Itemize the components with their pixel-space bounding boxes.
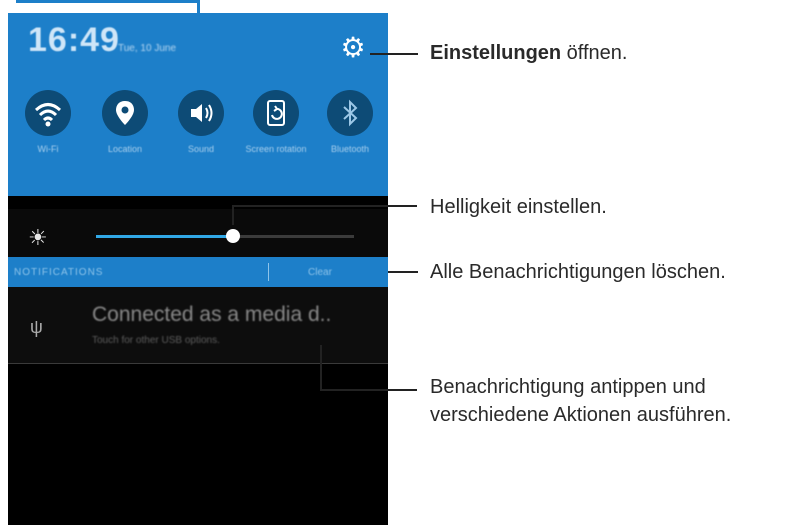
notification-annotation-line1: Benachrichtigung antippen und — [430, 376, 706, 398]
settings-annotation: Einstellungen öffnen. — [430, 42, 628, 64]
clear-button[interactable]: Clear — [308, 267, 332, 278]
notifications-header: NOTIFICATIONS Clear — [8, 257, 388, 287]
callout-line — [16, 0, 200, 3]
callout-line — [370, 53, 418, 55]
brightness-annotation: Helligkeit einstellen. — [430, 196, 607, 218]
callout-line — [232, 205, 417, 207]
notification-item[interactable]: ψ Connected as a media d.. Touch for oth… — [8, 287, 388, 364]
quick-settings-highlight — [10, 78, 380, 190]
notifications-title: NOTIFICATIONS — [14, 267, 104, 278]
brightness-slider[interactable] — [96, 229, 354, 243]
settings-gear-icon[interactable]: ⚙ — [338, 33, 368, 63]
notification-title: Connected as a media d.. — [92, 303, 332, 326]
notification-annotation-line2: verschiedene Aktionen ausführen. — [430, 404, 732, 426]
date: Tue, 10 June — [118, 43, 177, 54]
brightness-icon: ☀ — [28, 225, 48, 250]
notification-subtitle: Touch for other USB options. — [92, 335, 220, 346]
clock: 16:49 — [28, 21, 120, 59]
brightness-slider-fill — [96, 235, 233, 238]
usb-icon: ψ — [30, 317, 43, 337]
brightness-slider-thumb[interactable] — [225, 229, 240, 243]
divider — [268, 263, 269, 281]
callout-line — [320, 345, 322, 390]
callout-line — [232, 205, 234, 225]
clear-annotation: Alle Benachrichtigungen löschen. — [430, 261, 726, 283]
callout-line — [320, 389, 417, 391]
callout-line — [388, 271, 418, 273]
callout-line — [197, 0, 200, 80]
